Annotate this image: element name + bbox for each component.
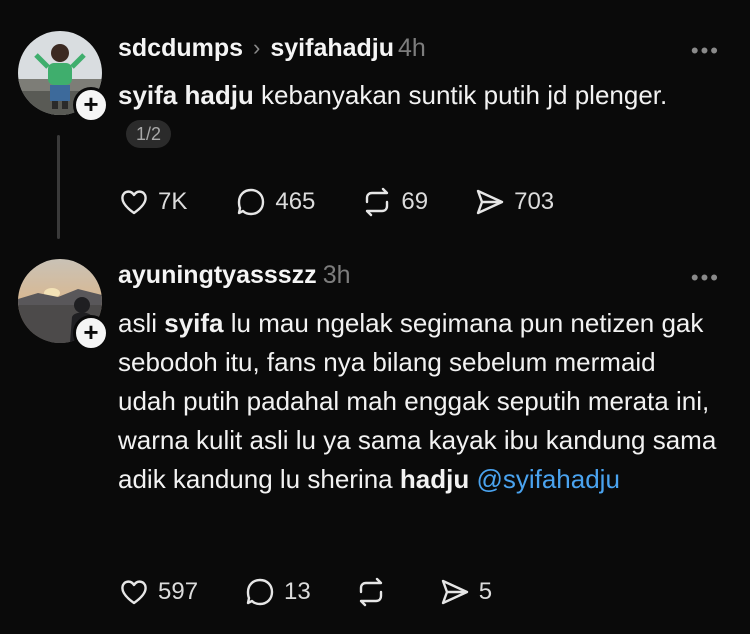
share-count: 5 [478, 578, 493, 605]
reply-to-name[interactable]: syifahadju [270, 33, 394, 63]
comment-count: 13 [284, 578, 311, 605]
post-text-rest: kebanyakan suntik putih jd plenger. [253, 80, 668, 110]
share-button[interactable]: 703 [474, 186, 554, 218]
mention-link[interactable]: @syifahadju [476, 464, 619, 494]
more-options-icon[interactable]: ••• [691, 265, 720, 291]
follow-plus-icon[interactable]: + [73, 87, 109, 123]
repost-icon [359, 577, 382, 607]
comment-icon [238, 188, 265, 216]
comment-icon [246, 578, 274, 606]
like-button[interactable]: 7K [118, 186, 187, 218]
author-name[interactable]: ayuningtyassszz [118, 260, 317, 290]
comment-button[interactable]: 465 [235, 186, 315, 218]
post-time: 4h [398, 34, 426, 62]
repost-count: 69 [401, 188, 429, 215]
repost-button[interactable] [355, 576, 395, 608]
post-text-bold: syifa [164, 308, 224, 338]
comment-button[interactable]: 13 [244, 576, 311, 608]
repost-button[interactable]: 69 [361, 186, 428, 218]
chevron-right-icon: › [253, 35, 261, 60]
comment-count: 465 [275, 188, 316, 215]
follow-plus-icon[interactable]: + [73, 315, 109, 351]
heart-icon [121, 580, 147, 605]
send-icon [441, 579, 468, 605]
action-bar: 597 13 5 [118, 576, 492, 608]
action-bar: 7K 465 69 703 [118, 186, 554, 218]
post-text-part: asli [118, 308, 165, 338]
more-options-icon[interactable]: ••• [691, 38, 720, 64]
post-text: syifa hadju kebanyakan suntik putih jd p… [118, 76, 678, 154]
like-count: 7K [158, 188, 188, 215]
post-header: ayuningtyassszz 3h [118, 260, 351, 290]
author-name[interactable]: sdcdumps [118, 33, 243, 63]
post-text-bold: hadju [399, 464, 470, 494]
share-count: 703 [514, 188, 555, 215]
repost-icon [366, 187, 389, 217]
post-header: sdcdumps › syifahadju 4h [118, 33, 426, 63]
post-text-bold: syifa hadju [118, 80, 254, 110]
thread-line [57, 135, 60, 239]
like-count: 597 [158, 578, 199, 605]
post-text: asli syifa lu mau ngelak segimana pun ne… [118, 304, 718, 499]
post-time: 3h [322, 261, 351, 289]
like-button[interactable]: 597 [118, 576, 198, 608]
share-button[interactable]: 5 [439, 576, 492, 608]
page-indicator: 1/2 [126, 120, 172, 149]
heart-icon [121, 190, 147, 215]
send-icon [476, 189, 504, 215]
